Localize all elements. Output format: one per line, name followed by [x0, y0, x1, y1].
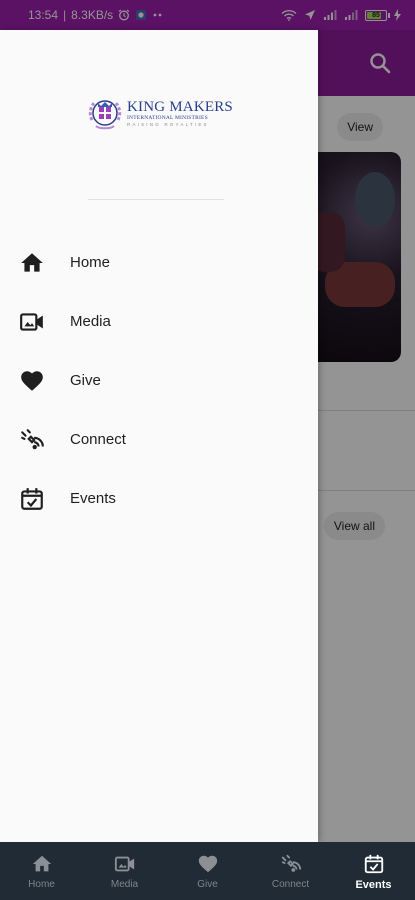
bottom-nav-home[interactable]: Home	[0, 842, 83, 900]
bottom-nav-label: Connect	[271, 879, 310, 890]
logo-title: KING MAKERS	[127, 99, 233, 115]
logo-tagline: RAISING ROYALTIES	[127, 122, 209, 127]
bottom-nav-label: Home	[28, 879, 55, 890]
bottom-nav-media[interactable]: Media	[83, 842, 166, 900]
bottom-nav-label: Media	[110, 879, 139, 890]
bottom-navigation-bar: Home Media Give Connect Events	[0, 842, 415, 900]
bottom-nav-give[interactable]: Give	[166, 842, 249, 900]
drawer-item-label: Connect	[70, 431, 126, 448]
drawer-item-label: Events	[70, 490, 116, 507]
navigation-drawer: KING MAKERS INTERNATIONAL MINISTRIES RAI…	[0, 30, 318, 842]
home-icon	[19, 250, 45, 276]
drawer-item-connect[interactable]: Connect	[0, 410, 318, 469]
connect-icon	[19, 427, 45, 453]
drawer-item-label: Give	[70, 372, 101, 389]
home-icon	[30, 852, 54, 876]
logo-subtitle: INTERNATIONAL MINISTRIES	[127, 115, 208, 121]
video-camera-icon	[19, 309, 45, 335]
bottom-nav-label: Give	[197, 879, 218, 890]
heart-icon	[19, 368, 45, 394]
drawer-item-home[interactable]: Home	[0, 233, 318, 292]
drawer-item-give[interactable]: Give	[0, 351, 318, 410]
video-camera-icon	[113, 852, 137, 876]
bottom-nav-events[interactable]: Events	[332, 842, 415, 900]
drawer-menu: Home Media Give Connect Events	[0, 233, 318, 528]
bottom-nav-label: Events	[355, 878, 392, 891]
drawer-item-label: Home	[70, 254, 111, 271]
ministry-logo: KING MAKERS INTERNATIONAL MINISTRIES RAI…	[87, 92, 237, 136]
heart-icon	[196, 852, 220, 876]
calendar-check-icon	[362, 852, 386, 876]
drawer-item-events[interactable]: Events	[0, 469, 318, 528]
drawer-item-label: Media	[70, 313, 111, 330]
bottom-nav-connect[interactable]: Connect	[249, 842, 332, 900]
calendar-check-icon	[19, 486, 45, 512]
ministry-seal-icon	[87, 94, 123, 134]
connect-icon	[279, 852, 303, 876]
drawer-item-media[interactable]: Media	[0, 292, 318, 351]
drawer-divider	[88, 199, 224, 200]
